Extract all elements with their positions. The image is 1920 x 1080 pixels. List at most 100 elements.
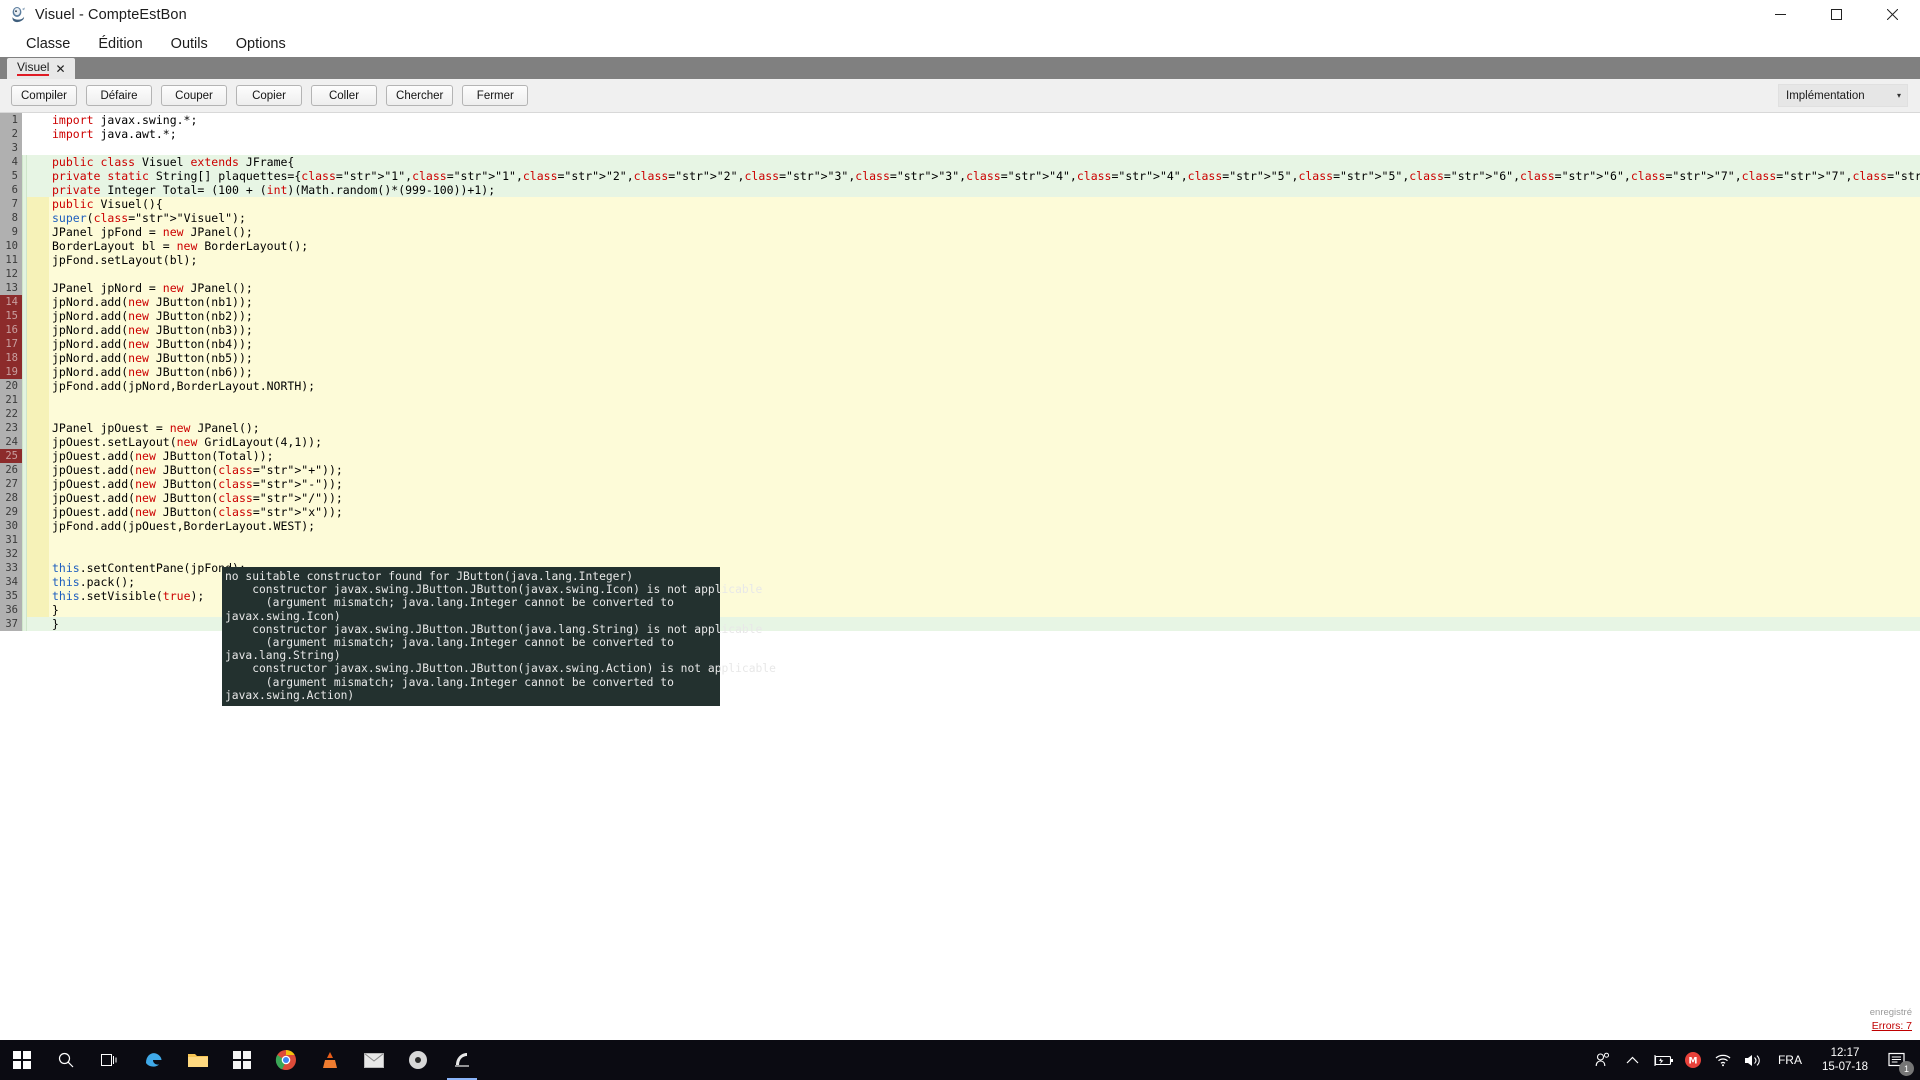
code-line[interactable]: 13 JPanel jpNord = new JPanel(); (0, 281, 1920, 295)
code-text[interactable]: super(class="str">"Visuel"); (49, 211, 1920, 225)
code-line[interactable]: 8 super(class="str">"Visuel"); (0, 211, 1920, 225)
code-line[interactable]: 7 public Visuel(){ (0, 197, 1920, 211)
code-text[interactable] (49, 407, 1920, 421)
code-text[interactable]: jpOuest.setLayout(new GridLayout(4,1)); (49, 435, 1920, 449)
code-line[interactable]: 11 jpFond.setLayout(bl); (0, 253, 1920, 267)
volume-icon[interactable] (1738, 1040, 1768, 1080)
task-view-icon[interactable] (88, 1040, 132, 1080)
code-text[interactable]: jpOuest.add(new JButton(class="str">"+")… (49, 463, 1920, 477)
close-button-toolbar[interactable]: Fermer (462, 85, 529, 106)
code-line[interactable]: 26 jpOuest.add(new JButton(class="str">"+… (0, 463, 1920, 477)
action-center-icon[interactable]: 1 (1878, 1040, 1916, 1080)
code-line[interactable]: 3 (0, 141, 1920, 155)
code-text[interactable]: BorderLayout bl = new BorderLayout(); (49, 239, 1920, 253)
code-text[interactable]: jpNord.add(new JButton(nb1)); (49, 295, 1920, 309)
code-lines[interactable]: 1 import javax.swing.*; 2 import java.awt.*… (0, 113, 1920, 631)
tab-visuel[interactable]: Visuel ✕ (7, 58, 75, 79)
code-text[interactable]: import javax.swing.*; (49, 113, 1920, 127)
code-text[interactable]: jpOuest.add(new JButton(class="str">"/")… (49, 491, 1920, 505)
code-text[interactable]: jpNord.add(new JButton(nb3)); (49, 323, 1920, 337)
windows-start-icon[interactable] (0, 1040, 44, 1080)
battery-charging-icon[interactable] (1648, 1040, 1678, 1080)
code-text[interactable]: jpNord.add(new JButton(nb6)); (49, 365, 1920, 379)
code-text[interactable]: jpFond.add(jpOuest,BorderLayout.WEST); (49, 519, 1920, 533)
show-hidden-icons-icon[interactable] (1618, 1040, 1648, 1080)
spotify-icon[interactable] (396, 1040, 440, 1080)
code-text[interactable] (49, 267, 1920, 281)
code-line[interactable]: 32 (0, 547, 1920, 561)
code-text[interactable]: jpFond.add(jpNord,BorderLayout.NORTH); (49, 379, 1920, 393)
code-text[interactable] (49, 393, 1920, 407)
code-text[interactable]: JPanel jpNord = new JPanel(); (49, 281, 1920, 295)
code-line[interactable]: 9 JPanel jpFond = new JPanel(); (0, 225, 1920, 239)
code-line[interactable]: 31 (0, 533, 1920, 547)
code-line[interactable]: 28 jpOuest.add(new JButton(class="str">"/… (0, 491, 1920, 505)
menu-classe[interactable]: Classe (12, 33, 84, 55)
code-line[interactable]: 6 private Integer Total= (100 + (int)(Mat… (0, 183, 1920, 197)
code-line[interactable]: 16 jpNord.add(new JButton(nb3)); (0, 323, 1920, 337)
code-text[interactable]: JPanel jpOuest = new JPanel(); (49, 421, 1920, 435)
error-count-link[interactable]: Errors: 7 (1872, 1020, 1912, 1032)
code-text[interactable]: jpNord.add(new JButton(nb5)); (49, 351, 1920, 365)
code-line[interactable]: 1 import javax.swing.*; (0, 113, 1920, 127)
minimize-button[interactable] (1752, 0, 1808, 29)
code-line[interactable]: 12 (0, 267, 1920, 281)
code-line[interactable]: 22 (0, 407, 1920, 421)
code-line[interactable]: 21 (0, 393, 1920, 407)
code-editor[interactable]: 1 import javax.swing.*; 2 import java.awt.*… (0, 113, 1920, 1040)
code-text[interactable]: jpOuest.add(new JButton(Total)); (49, 449, 1920, 463)
bluej-icon[interactable] (440, 1040, 484, 1080)
code-line[interactable]: 2 import java.awt.*; (0, 127, 1920, 141)
code-text[interactable] (49, 533, 1920, 547)
code-line[interactable]: 5 private static String[] plaquettes={cla… (0, 169, 1920, 183)
paste-button[interactable]: Coller (311, 85, 378, 106)
find-button[interactable]: Chercher (386, 85, 454, 106)
file-explorer-icon[interactable] (176, 1040, 220, 1080)
code-line[interactable]: 30 jpFond.add(jpOuest,BorderLayout.WEST); (0, 519, 1920, 533)
code-text[interactable] (49, 547, 1920, 561)
clock[interactable]: 12:17 15-07-18 (1812, 1046, 1878, 1074)
code-text[interactable] (49, 141, 1920, 155)
vlc-icon[interactable] (308, 1040, 352, 1080)
code-line[interactable]: 10 BorderLayout bl = new BorderLayout(); (0, 239, 1920, 253)
menu-outils[interactable]: Outils (157, 33, 222, 55)
code-line[interactable]: 27 jpOuest.add(new JButton(class="str">"-… (0, 477, 1920, 491)
code-text[interactable]: jpFond.setLayout(bl); (49, 253, 1920, 267)
code-line[interactable]: 15 jpNord.add(new JButton(nb2)); (0, 309, 1920, 323)
gmail-icon[interactable]: M (1678, 1040, 1708, 1080)
code-text[interactable]: JPanel jpFond = new JPanel(); (49, 225, 1920, 239)
copy-button[interactable]: Copier (236, 85, 303, 106)
compile-button[interactable]: Compiler (11, 85, 78, 106)
code-text[interactable]: import java.awt.*; (49, 127, 1920, 141)
code-line[interactable]: 29 jpOuest.add(new JButton(class="str">"x… (0, 505, 1920, 519)
code-line[interactable]: 23 JPanel jpOuest = new JPanel(); (0, 421, 1920, 435)
cut-button[interactable]: Couper (161, 85, 228, 106)
code-text[interactable]: jpOuest.add(new JButton(class="str">"x")… (49, 505, 1920, 519)
code-text[interactable]: public Visuel(){ (49, 197, 1920, 211)
chrome-icon[interactable] (264, 1040, 308, 1080)
tab-close-icon[interactable]: ✕ (55, 63, 65, 75)
wifi-icon[interactable] (1708, 1040, 1738, 1080)
menu-options[interactable]: Options (222, 33, 300, 55)
close-button[interactable] (1864, 0, 1920, 29)
code-line[interactable]: 20 jpFond.add(jpNord,BorderLayout.NORTH); (0, 379, 1920, 393)
code-line[interactable]: 19 jpNord.add(new JButton(nb6)); (0, 365, 1920, 379)
microsoft-store-icon[interactable] (220, 1040, 264, 1080)
search-icon[interactable] (44, 1040, 88, 1080)
code-line[interactable]: 14 jpNord.add(new JButton(nb1)); (0, 295, 1920, 309)
language-indicator[interactable]: FRA (1768, 1053, 1812, 1067)
code-line[interactable]: 17 jpNord.add(new JButton(nb4)); (0, 337, 1920, 351)
code-line[interactable]: 18 jpNord.add(new JButton(nb5)); (0, 351, 1920, 365)
maximize-button[interactable] (1808, 0, 1864, 29)
code-text[interactable]: private Integer Total= (100 + (int)(Math… (49, 183, 1920, 197)
people-icon[interactable] (1588, 1040, 1618, 1080)
code-line[interactable]: 25 jpOuest.add(new JButton(Total)); (0, 449, 1920, 463)
code-text[interactable]: jpNord.add(new JButton(nb4)); (49, 337, 1920, 351)
code-line[interactable]: 24 jpOuest.setLayout(new GridLayout(4,1))… (0, 435, 1920, 449)
menu-edition[interactable]: Édition (84, 33, 156, 55)
edge-icon[interactable] (132, 1040, 176, 1080)
undo-button[interactable]: Défaire (86, 85, 153, 106)
mail-icon[interactable] (352, 1040, 396, 1080)
code-text[interactable]: jpNord.add(new JButton(nb2)); (49, 309, 1920, 323)
code-text[interactable]: public class Visuel extends JFrame{ (49, 155, 1920, 169)
